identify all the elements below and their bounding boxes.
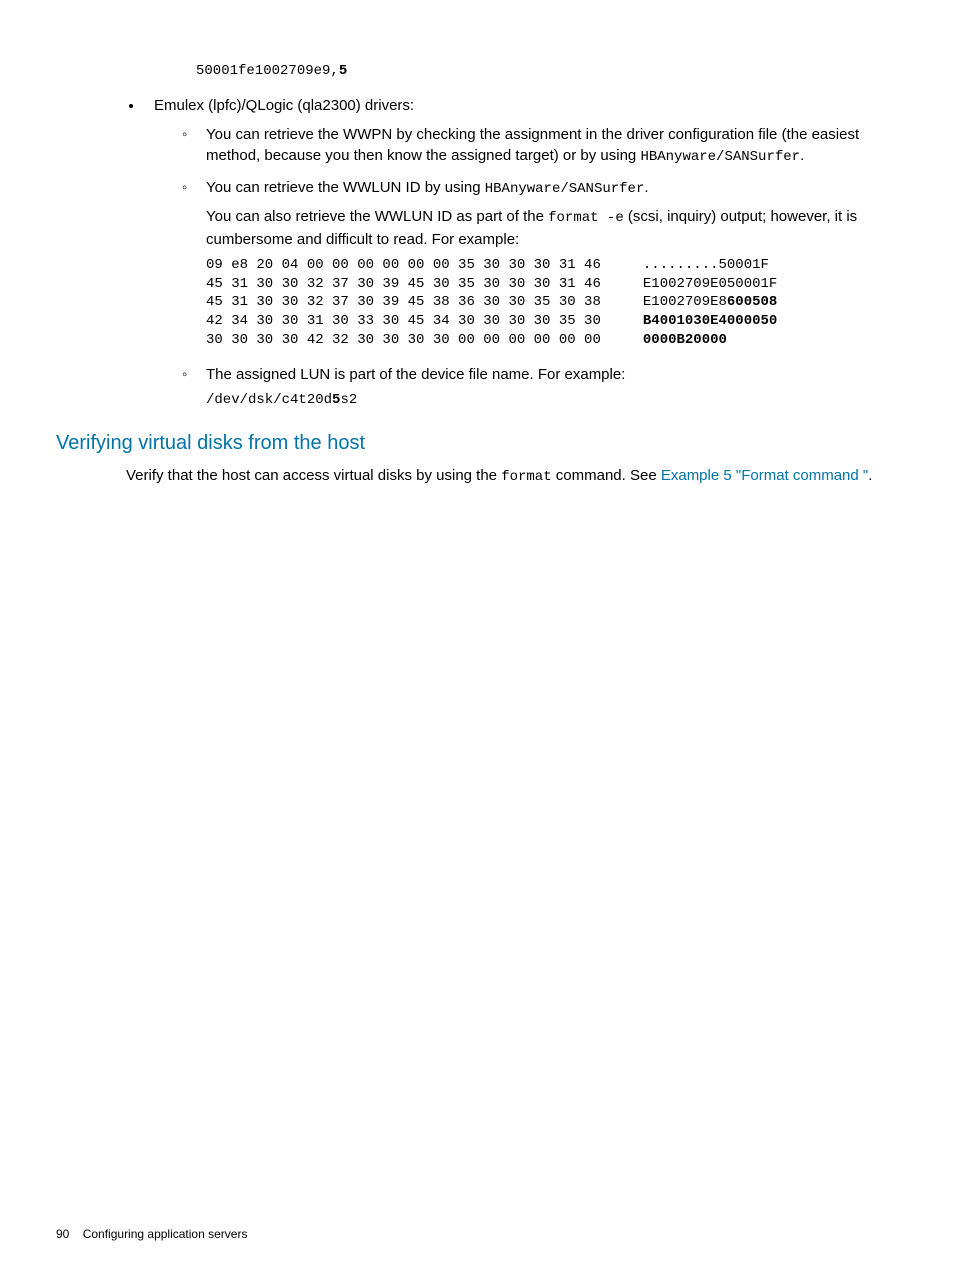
hex-left: 42 34 30 30 31 30 33 30 45 34 30 30 30 3… — [206, 313, 601, 329]
section-paragraph: Verify that the host can access virtual … — [126, 465, 894, 488]
body-text: command. See — [552, 467, 661, 484]
inline-code: /dev/dsk/c4t20d5s2 — [206, 391, 894, 411]
inline-code: HBAnyware/SANSurfer — [485, 181, 645, 197]
document-page: 50001fe1002709e9,5 Emulex (lpfc)/QLogic … — [0, 0, 954, 1271]
inline-code: format — [501, 469, 551, 485]
body-text: . — [644, 179, 648, 196]
page-footer: 90 Configuring application servers — [56, 1226, 247, 1243]
hex-right-bold: B4001030E4000050 — [643, 313, 777, 329]
code-text: /dev/dsk/c4t20d — [206, 392, 332, 408]
body-text: . — [800, 147, 804, 164]
sub-bullet-list: You can retrieve the WWPN by checking th… — [182, 124, 894, 411]
list-item: The assigned LUN is part of the device f… — [182, 364, 894, 411]
hex-left: 09 e8 20 04 00 00 00 00 00 00 35 30 30 3… — [206, 257, 601, 273]
code-text-bold: 5 — [339, 63, 347, 79]
code-text: 50001fe1002709e9, — [196, 63, 339, 79]
hex-left: 45 31 30 30 32 37 30 39 45 30 35 30 30 3… — [206, 276, 601, 292]
section-heading: Verifying virtual disks from the host — [56, 429, 894, 457]
hex-dump-block: 09 e8 20 04 00 00 00 00 00 00 35 30 30 3… — [206, 256, 894, 350]
bullet-list: Emulex (lpfc)/QLogic (qla2300) drivers: … — [144, 95, 894, 411]
list-item: You can retrieve the WWLUN ID by using H… — [182, 177, 894, 350]
body-text: You can also retrieve the WWLUN ID as pa… — [206, 208, 548, 225]
page-number: 90 — [56, 1227, 69, 1241]
hex-right: .........50001F — [643, 257, 769, 273]
list-item: You can retrieve the WWPN by checking th… — [182, 124, 894, 168]
hex-left: 30 30 30 30 42 32 30 30 30 30 00 00 00 0… — [206, 332, 601, 348]
hex-right: E1002709E8 — [643, 294, 727, 310]
footer-chapter: Configuring application servers — [83, 1227, 248, 1241]
hex-left: 45 31 30 30 32 37 30 39 45 38 36 30 30 3… — [206, 294, 601, 310]
example-link[interactable]: Example 5 "Format command " — [661, 467, 868, 484]
list-item-text: Emulex (lpfc)/QLogic (qla2300) drivers: — [154, 97, 414, 114]
code-text: s2 — [340, 392, 357, 408]
body-text: . — [868, 467, 872, 484]
body-text: You can retrieve the WWLUN ID by using — [206, 179, 485, 196]
hex-right-bold: 600508 — [727, 294, 777, 310]
body-text: The assigned LUN is part of the device f… — [206, 364, 894, 385]
inline-code: HBAnyware/SANSurfer — [640, 149, 800, 165]
list-item: Emulex (lpfc)/QLogic (qla2300) drivers: … — [144, 95, 894, 411]
hex-right-bold: 0000B20000 — [643, 332, 727, 348]
hex-right: E1002709E050001F — [643, 276, 777, 292]
body-text: Verify that the host can access virtual … — [126, 467, 501, 484]
code-snippet-top: 50001fe1002709e9,5 — [196, 62, 894, 81]
inline-code: format -e — [548, 210, 624, 226]
